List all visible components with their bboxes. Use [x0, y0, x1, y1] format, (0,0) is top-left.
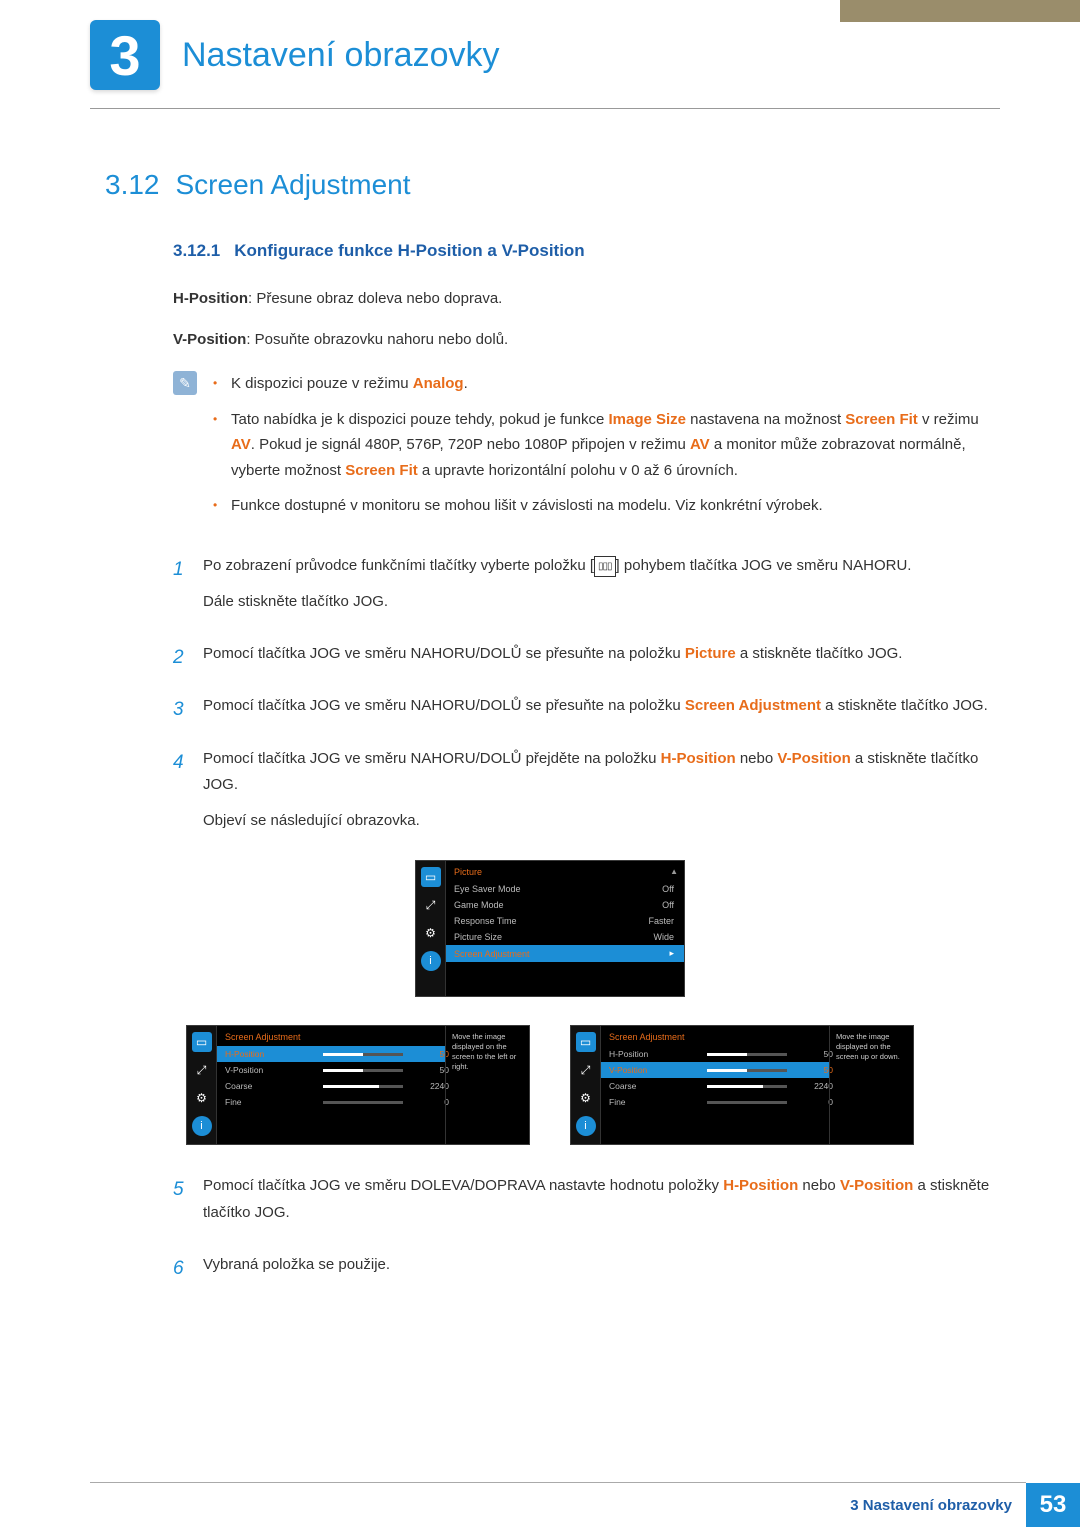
step-number: 2	[173, 641, 203, 677]
footer: 3 Nastavení obrazovky 53	[836, 1483, 1080, 1527]
osd-screenadj-h: ▭ ⤢ ⚙ i Screen Adjustment H-Position50 V…	[186, 1025, 530, 1145]
osd-side-nav: ▭ ⤢ ⚙ i	[571, 1026, 601, 1144]
step-3: 3 Pomocí tlačítka JOG ve směru NAHORU/DO…	[173, 693, 995, 729]
osd-picture-row: ▭ ⤢ ⚙ i Picture▲ Eye Saver ModeOff Game …	[105, 860, 995, 997]
slider	[707, 1085, 787, 1088]
step-number: 4	[173, 746, 203, 845]
step-4: 4 Pomocí tlačítka JOG ve směru NAHORU/DO…	[173, 746, 995, 845]
gear-icon: ⚙	[192, 1088, 212, 1108]
step-1: 1 Po zobrazení průvodce funkčními tlačít…	[173, 553, 995, 626]
steps-list-cont: 5 Pomocí tlačítka JOG ve směru DOLEVA/DO…	[173, 1173, 995, 1288]
resize-icon: ⤢	[192, 1060, 212, 1080]
step-number: 6	[173, 1252, 203, 1288]
monitor-icon: ▭	[421, 867, 441, 887]
menu-icon: ▯▯▯	[594, 556, 616, 578]
slider	[323, 1085, 403, 1088]
osd-item: H-Position50	[601, 1046, 829, 1062]
step-number: 3	[173, 693, 203, 729]
footer-chapter-label: 3 Nastavení obrazovky	[836, 1497, 1026, 1514]
subsection-number: 3.12.1	[173, 241, 220, 260]
osd-item: Coarse2240	[217, 1078, 445, 1094]
osd-tooltip: Move the image displayed on the screen t…	[445, 1026, 529, 1144]
osd-side-nav: ▭ ⤢ ⚙ i	[416, 861, 446, 996]
resize-icon: ⤢	[576, 1060, 596, 1080]
section-heading: 3.12 Screen Adjustment	[105, 169, 995, 201]
vposition-desc: V-Position: Posuňte obrazovku nahoru neb…	[173, 326, 995, 353]
note-block: ✎ K dispozici pouze v režimu Analog. Tat…	[173, 371, 995, 529]
note-item: Tato nabídka je k dispozici pouze tehdy,…	[213, 407, 995, 484]
step-2: 2 Pomocí tlačítka JOG ve směru NAHORU/DO…	[173, 641, 995, 677]
info-icon: i	[421, 951, 441, 971]
monitor-icon: ▭	[192, 1032, 212, 1052]
osd-item: Coarse2240	[601, 1078, 829, 1094]
chevron-right-icon: ▸	[669, 948, 674, 959]
note-item: K dispozici pouze v režimu Analog.	[213, 371, 995, 397]
osd-item-selected: H-Position50	[217, 1046, 445, 1062]
osd-item: Fine0	[601, 1094, 829, 1110]
up-arrow-icon: ▲	[670, 867, 678, 877]
step-6: 6 Vybraná položka se použije.	[173, 1252, 995, 1288]
section-title: Screen Adjustment	[176, 169, 411, 200]
osd-item-selected: V-Position50	[601, 1062, 829, 1078]
slider	[323, 1053, 403, 1056]
osd-tooltip: Move the image displayed on the screen u…	[829, 1026, 913, 1144]
gear-icon: ⚙	[576, 1088, 596, 1108]
section-number: 3.12	[105, 169, 160, 200]
monitor-icon: ▭	[576, 1032, 596, 1052]
osd-adjustment-row: ▭ ⤢ ⚙ i Screen Adjustment H-Position50 V…	[105, 1025, 995, 1145]
note-icon: ✎	[173, 371, 197, 395]
osd-title: Screen Adjustment	[217, 1030, 445, 1046]
subsection-heading: 3.12.1 Konfigurace funkce H-Position a V-…	[173, 241, 995, 261]
vposition-term: V-Position	[173, 331, 246, 348]
note-item: Funkce dostupné v monitoru se mohou liši…	[213, 493, 995, 519]
step-5: 5 Pomocí tlačítka JOG ve směru DOLEVA/DO…	[173, 1173, 995, 1236]
osd-item: V-Position50	[217, 1062, 445, 1078]
chapter-title: Nastavení obrazovky	[182, 36, 500, 75]
osd-item: Response TimeFaster	[446, 913, 684, 929]
slider	[707, 1101, 787, 1104]
osd-item: Picture SizeWide	[446, 929, 684, 945]
osd-side-nav: ▭ ⤢ ⚙ i	[187, 1026, 217, 1144]
hposition-desc: H-Position: Přesune obraz doleva nebo do…	[173, 285, 995, 312]
slider	[323, 1069, 403, 1072]
slider	[707, 1053, 787, 1056]
note-content: K dispozici pouze v režimu Analog. Tato …	[213, 371, 995, 529]
info-icon: i	[576, 1116, 596, 1136]
osd-item: Eye Saver ModeOff	[446, 881, 684, 897]
steps-list: 1 Po zobrazení průvodce funkčními tlačít…	[173, 553, 995, 845]
osd-picture-menu: ▭ ⤢ ⚙ i Picture▲ Eye Saver ModeOff Game …	[415, 860, 685, 997]
hposition-term: H-Position	[173, 290, 248, 307]
osd-item: Game ModeOff	[446, 897, 684, 913]
osd-title: Picture▲	[446, 865, 684, 881]
top-accent-bar	[840, 0, 1080, 22]
step-number: 1	[173, 553, 203, 626]
page-number: 53	[1026, 1483, 1080, 1527]
osd-item: Fine0	[217, 1094, 445, 1110]
slider	[707, 1069, 787, 1072]
osd-title: Screen Adjustment	[601, 1030, 829, 1046]
osd-screenadj-v: ▭ ⤢ ⚙ i Screen Adjustment H-Position50 V…	[570, 1025, 914, 1145]
page-content: 3.12 Screen Adjustment 3.12.1 Konfigurace …	[0, 109, 1080, 1288]
gear-icon: ⚙	[421, 923, 441, 943]
step-number: 5	[173, 1173, 203, 1236]
info-icon: i	[192, 1116, 212, 1136]
chapter-number-badge: 3	[90, 20, 160, 90]
resize-icon: ⤢	[421, 895, 441, 915]
subsection-title: Konfigurace funkce H-Position a V-Positi…	[234, 241, 584, 260]
osd-item-selected: Screen Adjustment▸	[446, 945, 684, 962]
slider	[323, 1101, 403, 1104]
